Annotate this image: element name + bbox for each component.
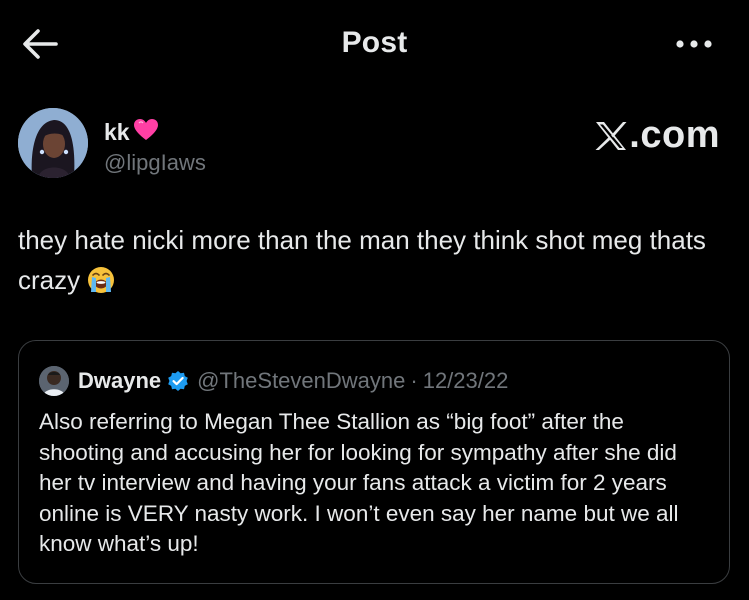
post-body: they hate nicki more than the man they t… bbox=[18, 220, 730, 306]
quoted-author-name[interactable]: Dwayne bbox=[78, 368, 161, 394]
separator-dot: · bbox=[410, 368, 418, 393]
author-display-name[interactable]: kk bbox=[104, 119, 130, 146]
avatar[interactable] bbox=[18, 108, 88, 178]
quoted-post-date[interactable]: 12/23/22 bbox=[423, 368, 509, 394]
more-horizontal-icon bbox=[672, 40, 716, 62]
x-logo-icon bbox=[594, 119, 628, 153]
more-options-button[interactable] bbox=[672, 30, 716, 58]
post-author: kk @lipgIaws .com bbox=[18, 108, 738, 180]
page-title: Post bbox=[341, 26, 408, 59]
author-handle[interactable]: @lipgIaws bbox=[104, 150, 206, 176]
quoted-post[interactable]: Dwayne @TheStevenDwayne · 12/23/22 Also … bbox=[18, 340, 730, 584]
top-bar: Post bbox=[0, 0, 749, 88]
brand-text: .com bbox=[629, 114, 720, 156]
avatar[interactable] bbox=[39, 366, 69, 396]
post-text: they hate nicki more than the man they t… bbox=[18, 225, 706, 295]
quoted-post-text: Also referring to Megan Thee Stallion as… bbox=[39, 409, 679, 556]
loudly-crying-face-icon bbox=[86, 265, 116, 306]
pink-heart-icon bbox=[133, 118, 159, 147]
quoted-author-handle[interactable]: @TheStevenDwayne bbox=[197, 368, 405, 394]
verified-badge-icon bbox=[161, 370, 197, 392]
brand-watermark: .com bbox=[594, 114, 720, 157]
quoted-post-header: Dwayne @TheStevenDwayne · 12/23/22 bbox=[39, 366, 508, 396]
